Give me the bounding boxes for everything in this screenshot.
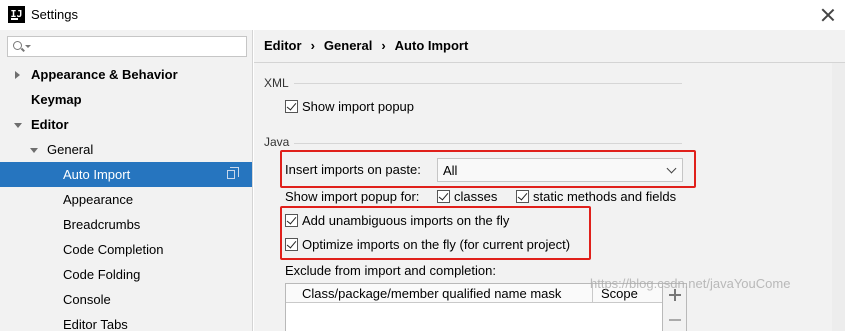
breadcrumb-item: Auto Import — [394, 38, 469, 53]
title-bar: IJ Settings — [0, 0, 845, 30]
optimize-imports-label: Optimize imports on the fly (for current… — [302, 237, 571, 252]
app-icon-text: IJ — [10, 9, 23, 20]
search-history-dropdown-icon[interactable] — [25, 45, 31, 48]
highlight-box — [280, 150, 696, 188]
tree-item-editor-tabs[interactable]: Editor Tabs — [0, 312, 252, 331]
tree-item-editor[interactable]: Editor — [0, 112, 252, 137]
tree-item-label: General — [47, 142, 94, 157]
settings-search[interactable] — [7, 36, 247, 57]
header-divider — [254, 62, 845, 63]
breadcrumb: Editor › General › Auto Import — [264, 38, 468, 53]
settings-tree: Appearance & Behavior Keymap Editor Gene… — [0, 62, 252, 331]
breadcrumb-item: General — [323, 38, 373, 53]
show-import-popup-xml-label: Show import popup — [302, 99, 415, 114]
tree-item-label: Auto Import — [63, 167, 131, 182]
tree-item-console[interactable]: Console — [0, 287, 252, 312]
tree-item-appearance-behavior[interactable]: Appearance & Behavior — [0, 62, 252, 87]
settings-sidebar: Appearance & Behavior Keymap Editor Gene… — [0, 30, 253, 331]
project-settings-icon — [227, 167, 239, 179]
vertical-scrollbar[interactable] — [832, 63, 845, 331]
tree-item-label: Code Folding — [63, 267, 141, 282]
tree-item-appearance[interactable]: Appearance — [0, 187, 252, 212]
show-import-popup-xml-checkbox[interactable] — [285, 100, 298, 113]
tree-item-label: Console — [63, 292, 111, 307]
search-icon[interactable] — [13, 41, 22, 50]
window-title: Settings — [31, 7, 78, 22]
add-unambiguous-imports-checkbox[interactable] — [285, 214, 298, 227]
tree-item-label: Appearance — [63, 192, 134, 207]
search-input[interactable] — [34, 38, 242, 55]
collapse-arrow-icon[interactable] — [30, 148, 38, 153]
collapse-arrow-icon[interactable] — [14, 123, 22, 128]
breadcrumb-item: Editor — [264, 38, 302, 53]
tree-item-keymap[interactable]: Keymap — [0, 87, 252, 112]
close-icon[interactable] — [817, 4, 839, 26]
column-header-mask[interactable]: Class/package/member qualified name mask — [302, 286, 561, 301]
tree-item-general[interactable]: General — [0, 137, 252, 162]
tree-item-label: Breadcrumbs — [63, 217, 141, 232]
breadcrumb-separator: › — [381, 38, 386, 53]
tree-item-label: Appearance & Behavior — [31, 67, 178, 82]
optimize-imports-checkbox[interactable] — [285, 238, 298, 251]
watermark-text: https://blog.csdn.net/javaYouCome — [590, 276, 791, 291]
tree-item-label: Code Completion — [63, 242, 164, 257]
popup-for-classes-checkbox[interactable] — [437, 190, 450, 203]
popup-for-static-methods-label: static methods and fields — [533, 189, 677, 204]
tree-item-breadcrumbs[interactable]: Breadcrumbs — [0, 212, 252, 237]
tree-item-label: Editor — [31, 117, 69, 132]
expand-arrow-icon[interactable] — [15, 71, 20, 79]
tree-item-label: Keymap — [31, 92, 82, 107]
exclude-from-import-label: Exclude from import and completion: — [285, 263, 496, 278]
breadcrumb-separator: › — [310, 38, 315, 53]
tree-item-code-completion[interactable]: Code Completion — [0, 237, 252, 262]
tree-item-label: Editor Tabs — [63, 317, 128, 331]
section-divider — [294, 83, 682, 84]
popup-for-classes-label: classes — [454, 189, 498, 204]
section-title-xml: XML — [264, 76, 289, 90]
section-title-java: Java — [264, 135, 290, 149]
minus-icon[interactable] — [669, 319, 681, 321]
tree-item-auto-import[interactable]: Auto Import — [0, 162, 252, 187]
section-divider — [294, 143, 682, 144]
popup-for-static-methods-checkbox[interactable] — [516, 190, 529, 203]
tree-item-code-folding[interactable]: Code Folding — [0, 262, 252, 287]
intellij-app-icon: IJ — [8, 6, 25, 23]
add-unambiguous-imports-label: Add unambiguous imports on the fly — [302, 213, 510, 228]
show-import-popup-for-label: Show import popup for: — [285, 189, 420, 204]
